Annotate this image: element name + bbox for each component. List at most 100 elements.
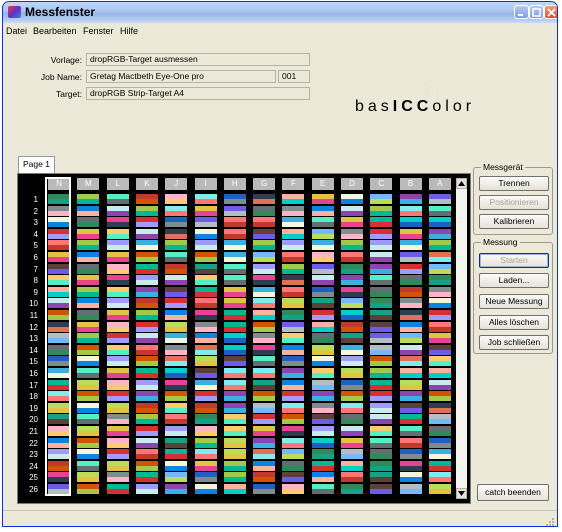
color-patch (106, 454, 129, 460)
color-patch (253, 454, 276, 460)
color-patch (194, 222, 217, 228)
color-patch (77, 454, 100, 460)
kalibrieren-button[interactable]: Kalibrieren (479, 214, 549, 229)
column-header-b[interactable]: B (399, 178, 422, 190)
column-header-k[interactable]: K (135, 178, 158, 190)
color-patch (311, 268, 334, 274)
close-button[interactable] (544, 5, 557, 19)
vertical-scrollbar[interactable] (456, 178, 467, 499)
catch-beenden-button[interactable]: catch beenden (477, 484, 549, 501)
color-patch (106, 373, 129, 378)
column-header-f[interactable]: F (282, 178, 305, 190)
resize-grip-icon[interactable] (544, 516, 555, 527)
row-number: 6 (33, 253, 38, 262)
color-patch (428, 396, 451, 402)
starten-button[interactable]: Starten (479, 253, 549, 268)
column-header-h[interactable]: H (223, 178, 246, 190)
row-number: 17 (29, 380, 38, 390)
laden-button[interactable]: Laden... (479, 273, 549, 288)
column-header-c[interactable]: C (370, 178, 393, 190)
color-patch (341, 349, 363, 355)
color-patch (77, 303, 100, 309)
tab-page-1[interactable]: Page 1 (18, 156, 55, 173)
color-patch (282, 245, 305, 251)
color-patch (282, 199, 305, 204)
color-patch (253, 349, 276, 355)
target-field: dropRGB Strip-Target A4 (86, 87, 310, 100)
color-patch (370, 315, 393, 320)
neue-messung-button[interactable]: Neue Messung (479, 294, 549, 309)
color-patch (253, 407, 276, 413)
color-patch (77, 338, 100, 344)
color-patch (311, 303, 334, 309)
color-patch (428, 338, 451, 344)
color-patch (399, 384, 422, 390)
color-patch (282, 419, 305, 425)
column-header-a[interactable]: A (428, 178, 451, 190)
trennen-button[interactable]: Trennen (479, 176, 549, 191)
color-patch (77, 280, 100, 286)
title-bar[interactable]: Messfenster (3, 2, 557, 23)
color-patch (428, 280, 451, 286)
color-patch (399, 373, 422, 378)
color-patch (428, 373, 451, 378)
column-header-m[interactable]: M (77, 178, 100, 190)
color-patch (135, 431, 158, 436)
color-patch (135, 465, 158, 471)
color-patch (77, 233, 100, 239)
positionieren-button[interactable]: Positionieren (479, 195, 549, 210)
color-patch (428, 384, 451, 390)
menu-bearbeiten[interactable]: Bearbeiten (33, 26, 77, 36)
color-patch (311, 315, 334, 320)
alles-loeschen-button[interactable]: Alles löschen (479, 315, 549, 330)
color-patch (223, 291, 246, 297)
color-patch (341, 396, 363, 402)
menu-fenster[interactable]: Fenster (83, 26, 114, 36)
color-patch (165, 396, 188, 402)
color-patch (253, 465, 276, 471)
row-number: 20 (29, 415, 38, 425)
color-patch (341, 303, 363, 309)
menu-datei[interactable]: Datei (6, 26, 27, 36)
color-patch (77, 361, 100, 367)
maximize-button[interactable] (529, 5, 544, 19)
color-patch (282, 373, 305, 378)
color-patch (311, 373, 334, 378)
column-header-i[interactable]: I (194, 178, 217, 190)
color-patch (106, 210, 129, 216)
color-patch (253, 361, 276, 367)
color-patch (77, 349, 100, 355)
color-patch (428, 477, 451, 483)
color-patch (194, 384, 217, 390)
row-number: 5 (33, 241, 38, 251)
job-name-label: Job Name: (40, 72, 82, 82)
scroll-down-button[interactable] (456, 488, 467, 499)
color-patch (165, 303, 188, 309)
color-patch (106, 489, 129, 494)
color-patch (282, 291, 305, 297)
column-header-d[interactable]: D (341, 178, 363, 190)
color-patch (370, 431, 393, 436)
column-header-g[interactable]: G (253, 178, 276, 190)
color-patch (428, 349, 451, 355)
color-patch (370, 210, 393, 216)
color-patch (194, 465, 217, 471)
job-schliessen-button[interactable]: Job schließen (479, 335, 549, 350)
color-patch (370, 419, 393, 425)
color-patch (135, 349, 158, 355)
color-patch (428, 442, 451, 448)
scroll-up-button[interactable] (456, 178, 467, 189)
minimize-button[interactable] (514, 5, 529, 19)
column-header-j[interactable]: J (165, 178, 188, 190)
messung-group: Messung Starten Laden... Neue Messung Al… (473, 237, 553, 354)
color-patch (341, 442, 363, 448)
color-patch (370, 407, 393, 413)
column-header-e[interactable]: E (311, 178, 334, 190)
color-patch (370, 199, 393, 204)
color-patch (223, 210, 246, 216)
menu-hilfe[interactable]: Hilfe (120, 26, 138, 36)
color-patch (194, 373, 217, 378)
color-patch (311, 442, 334, 448)
column-header-l[interactable]: L (106, 178, 129, 190)
color-patch (341, 489, 363, 494)
